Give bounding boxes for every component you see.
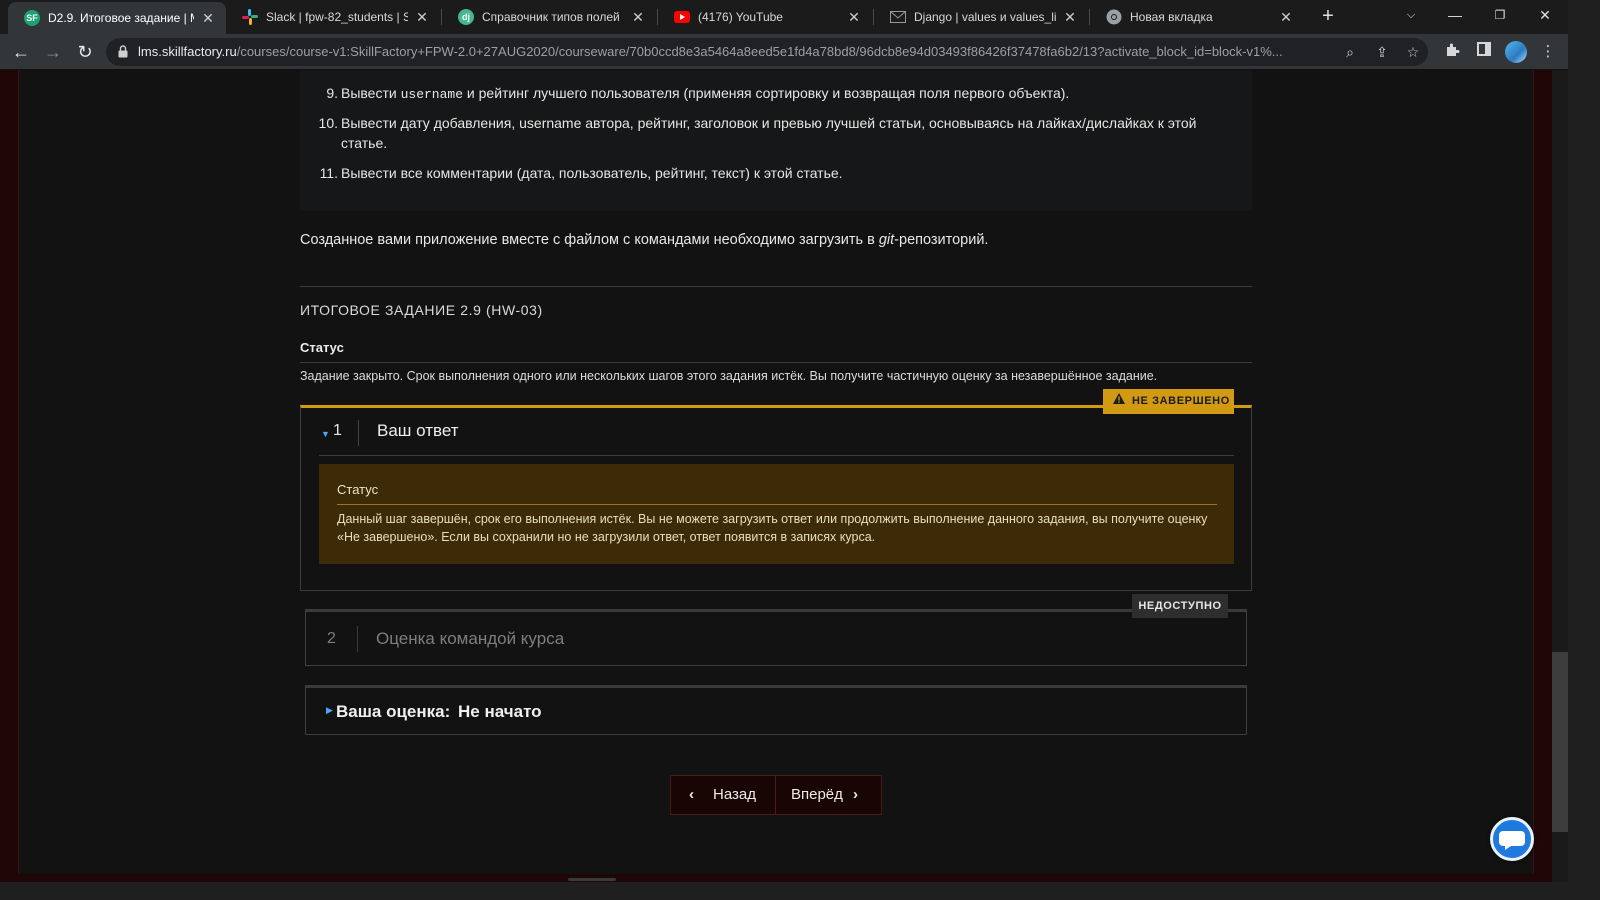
list-number: 11. [319,165,338,181]
divider [300,362,1252,363]
status-badge-incomplete: НЕ ЗАВЕРШЕНО [1103,389,1234,414]
url-host: lms.skillfactory.ru [138,44,237,59]
divider [300,286,1252,287]
text-fragment: Созданное вами приложение вместе с файло… [300,232,879,248]
step-your-answer: ▼ 1 Ваш ответ Статус Данный шаг завершён… [300,405,1252,591]
side-panel-icon[interactable] [1474,42,1494,62]
step-number: 1 [333,422,342,439]
next-label: Вперёд [791,786,843,803]
caret-down-icon[interactable]: ▼ [321,429,330,439]
scroll-handle [568,878,616,881]
list-number: 9. [326,85,338,101]
chrome-favicon-icon [1106,9,1122,25]
chevron-left-icon: ‹ [689,786,694,803]
bookmark-star-icon[interactable]: ☆ [1403,42,1423,62]
gmail-favicon-icon [890,9,906,25]
caret-right-icon[interactable]: ▶ [326,705,333,716]
tab-title: D2.9. Итоговое задание | Mo [48,11,194,25]
close-icon[interactable]: ✕ [846,9,862,26]
instructions-block: 9. Вывести username и рейтинг лучшего по… [300,70,1252,211]
tab-active-assignment[interactable]: SF D2.9. Итоговое задание | Mo ✕ [8,2,226,34]
list-text: Вывести дату добавления, username автора… [341,115,1197,151]
tab-title: Справочник типов полей | Д [482,10,624,24]
tab-django-values[interactable]: Django | values и values_list и ✕ [874,0,1088,34]
tab-new[interactable]: Новая вкладка ✕ [1090,0,1304,34]
url-text: lms.skillfactory.ru/courses/course-v1:Sk… [138,38,1298,66]
sequence-navigation: ‹ Назад Вперёд › [670,775,882,815]
grade-panel[interactable]: ▶ Ваша оценка: Не начато [305,685,1247,735]
reload-icon[interactable]: ↻ [72,39,98,65]
assignment-title: ИТОГОВОЕ ЗАДАНИЕ 2.9 (HW-03) [300,302,543,318]
close-icon[interactable]: ✕ [1062,9,1078,26]
badge-label: НЕ ЗАВЕРШЕНО [1132,395,1230,407]
back-arrow-icon[interactable]: ← [8,39,34,65]
inline-code: username [400,87,464,102]
step-status-heading: Статус [337,482,379,497]
browser-toolbar: ← → ↻ lms.skillfactory.ru/courses/course… [0,34,1568,70]
chat-bubble-icon[interactable] [1490,817,1534,861]
list-text: Вывести username и рейтинг лучшего польз… [341,83,1231,105]
upload-note: Созданное вами приложение вместе с файло… [300,232,988,248]
tab-title: Slack | fpw-82_students | SF P [266,10,408,24]
page-viewport: 9. Вывести username и рейтинг лучшего по… [0,70,1568,882]
slack-favicon-icon [242,9,258,25]
step-title: Оценка командой курса [376,629,565,648]
url-path: /courses/course-v1:SkillFactory+FPW-2.0+… [236,44,1283,59]
address-bar[interactable]: lms.skillfactory.ru/courses/course-v1:Sk… [106,38,1428,66]
tab-title: Новая вкладка [1130,10,1213,24]
forward-arrow-icon[interactable]: → [40,39,66,65]
step-status-box: Статус Данный шаг завершён, срок его вып… [319,464,1234,564]
tab-youtube[interactable]: (4176) YouTube ✕ [658,0,872,34]
window-close-icon[interactable]: ✕ [1522,0,1568,30]
tab-title: Django | values и values_list и [914,10,1056,24]
status-badge-unavailable: НЕДОСТУПНО [1132,594,1228,618]
divider [358,420,359,446]
lock-icon [118,45,128,58]
skillfactory-favicon-icon: SF [24,10,40,26]
text-fragment: Вывести [341,85,401,101]
previous-button[interactable]: ‹ Назад [671,776,776,814]
minimize-icon[interactable]: — [1432,0,1478,30]
list-text: Вывести все комментарии (дата, пользоват… [341,165,843,181]
more-menu-icon[interactable]: ⋮ [1538,42,1558,62]
tab-search-chevron-icon[interactable]: ⌵ [1388,0,1434,30]
profile-avatar[interactable] [1505,41,1527,63]
text-fragment: и рейтинг лучшего пользователя (применяя… [463,85,1070,101]
django-favicon-icon: dj [458,9,474,25]
youtube-favicon-icon [674,9,690,25]
chevron-right-icon: › [853,786,858,803]
text-fragment: -репозиторий. [894,232,989,248]
divider [337,504,1217,505]
tab-title: (4176) YouTube [698,10,783,24]
step-course-grading: 2 Оценка командой курса [305,609,1247,666]
close-icon[interactable]: ✕ [630,9,646,26]
status-heading: Статус [300,340,344,355]
step-status-message: Данный шаг завершён, срок его выполнения… [337,512,1208,544]
step-title: Ваш ответ [377,421,459,440]
divider [357,626,358,652]
next-button[interactable]: Вперёд › [776,776,881,814]
restore-icon[interactable]: ❐ [1477,0,1523,30]
share-icon[interactable]: ⇪ [1372,42,1392,62]
warning-icon [1113,389,1125,414]
status-message: Задание закрыто. Срок выполнения одного … [300,369,1158,383]
browser-tab-strip: SF D2.9. Итоговое задание | Mo ✕ Slack |… [0,0,1568,34]
grade-label: Ваша оценка: [336,702,451,721]
extensions-puzzle-icon[interactable] [1442,42,1462,62]
tab-django-fields[interactable]: dj Справочник типов полей | Д ✕ [442,0,656,34]
close-icon[interactable]: ✕ [200,10,216,27]
step-header[interactable]: ▼ 1 Ваш ответ [319,420,1234,456]
scrollbar-thumb[interactable] [1552,652,1568,832]
grade-value: Не начато [458,702,542,721]
previous-label: Назад [713,786,756,803]
emphasis-text: git [878,232,895,248]
list-number: 10. [318,115,338,131]
new-tab-plus-icon[interactable]: + [1316,4,1340,28]
close-icon[interactable]: ✕ [1278,9,1294,26]
step-number: 2 [327,630,336,647]
tab-slack[interactable]: Slack | fpw-82_students | SF P ✕ [226,0,440,34]
close-icon[interactable]: ✕ [414,9,430,26]
zoom-icon[interactable]: ⌕ [1340,42,1360,62]
